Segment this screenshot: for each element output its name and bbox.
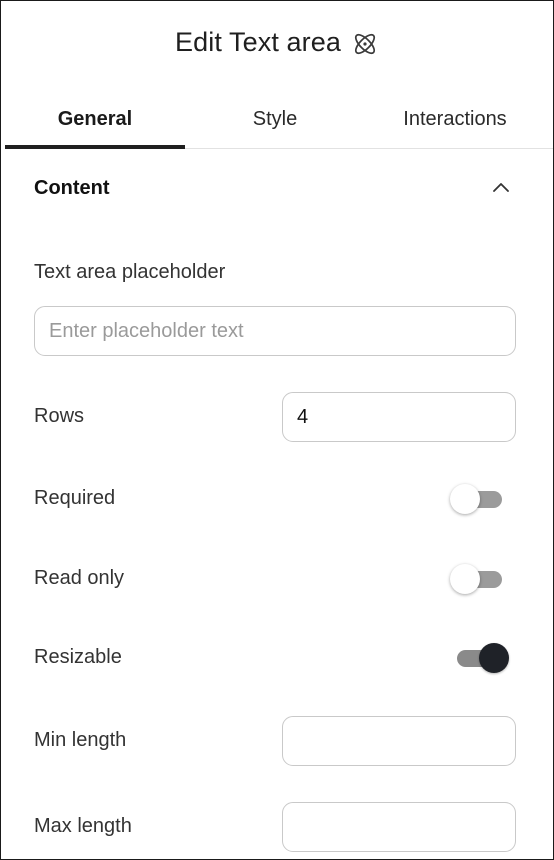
toggle-knob <box>479 643 509 673</box>
required-toggle[interactable] <box>450 484 508 514</box>
tab-general-label: General <box>57 107 133 130</box>
placeholder-label: Text area placeholder <box>34 261 226 283</box>
rows-label: Rows <box>34 405 85 427</box>
min-length-input[interactable] <box>282 716 516 766</box>
chevron-up-icon[interactable] <box>489 176 513 200</box>
tab-style[interactable]: Style <box>185 94 365 148</box>
panel-header: Edit Text area <box>1 21 553 63</box>
max-length-input[interactable] <box>282 802 516 852</box>
section-title: Content <box>34 176 110 199</box>
panel-title: Edit Text area <box>175 26 341 57</box>
rows-input[interactable] <box>282 392 516 442</box>
tab-interactions-label: Interactions <box>403 107 507 130</box>
read-only-toggle[interactable] <box>450 564 508 594</box>
required-label: Required <box>34 487 116 509</box>
placeholder-input[interactable] <box>34 306 516 356</box>
min-length-label: Min length <box>34 729 127 751</box>
read-only-label: Read only <box>34 567 125 589</box>
tab-bar: General Style Interactions <box>5 94 553 149</box>
atom-icon <box>351 30 379 58</box>
resizable-toggle[interactable] <box>451 643 509 673</box>
tab-general[interactable]: General <box>5 94 185 149</box>
max-length-label: Max length <box>34 815 132 837</box>
tab-style-label: Style <box>252 107 298 130</box>
toggle-knob <box>450 564 480 594</box>
tab-interactions[interactable]: Interactions <box>365 94 545 148</box>
content-section-toggle[interactable]: Content <box>34 169 513 207</box>
edit-text-area-panel: Edit Text area General Style Interaction… <box>0 0 554 860</box>
toggle-knob <box>450 484 480 514</box>
resizable-label: Resizable <box>34 646 122 668</box>
